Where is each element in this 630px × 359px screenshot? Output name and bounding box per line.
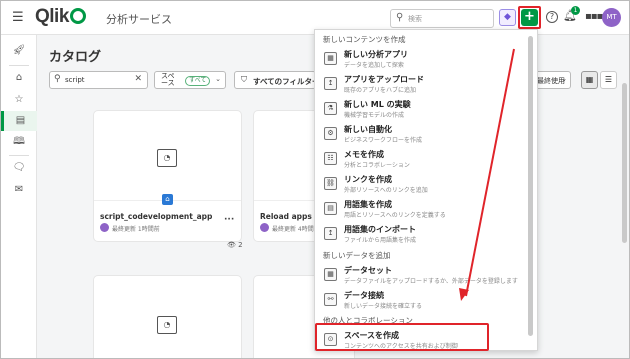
arrow-head — [459, 288, 469, 301]
app-window: ☰ Qlik 分析サービス ⚲ 検索 ◆ + ? 🔔︎ 1 ▪▪▪ MT 🚀︎ … — [0, 0, 630, 359]
arrow-line — [465, 48, 515, 297]
annotation-arrow — [459, 48, 515, 301]
